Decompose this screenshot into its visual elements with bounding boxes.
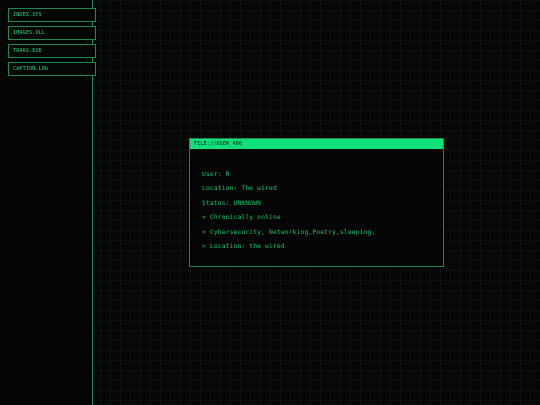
- sidebar: INDEX.SYS IMAGES.DLL TRAKS.EXE CAPTION.L…: [0, 0, 96, 405]
- window-content: User: R Location: The wired Status: UNKN…: [190, 149, 443, 254]
- tag-line-location: > Location: the wired: [202, 243, 285, 251]
- user-line: User: R: [202, 171, 230, 178]
- tag-line-online: > Chronically online: [202, 214, 281, 222]
- sidebar-item-images[interactable]: IMAGES.DLL: [8, 26, 96, 40]
- file-window: FILE://USER_400 User: R Location: The wi…: [189, 138, 444, 267]
- window-title-bar[interactable]: FILE://USER_400: [190, 139, 443, 149]
- tag-line-interests: > Cybersecurity, Networking,Poetry,sleep…: [202, 228, 376, 236]
- sidebar-item-caption[interactable]: CAPTION.LOG: [8, 62, 96, 76]
- sidebar-item-index[interactable]: INDEX.SYS: [8, 8, 96, 22]
- location-line: Location: The wired: [202, 185, 277, 193]
- status-line: Status: UNKNOWN: [202, 199, 262, 207]
- sidebar-item-traks[interactable]: TRAKS.EXE: [8, 44, 96, 58]
